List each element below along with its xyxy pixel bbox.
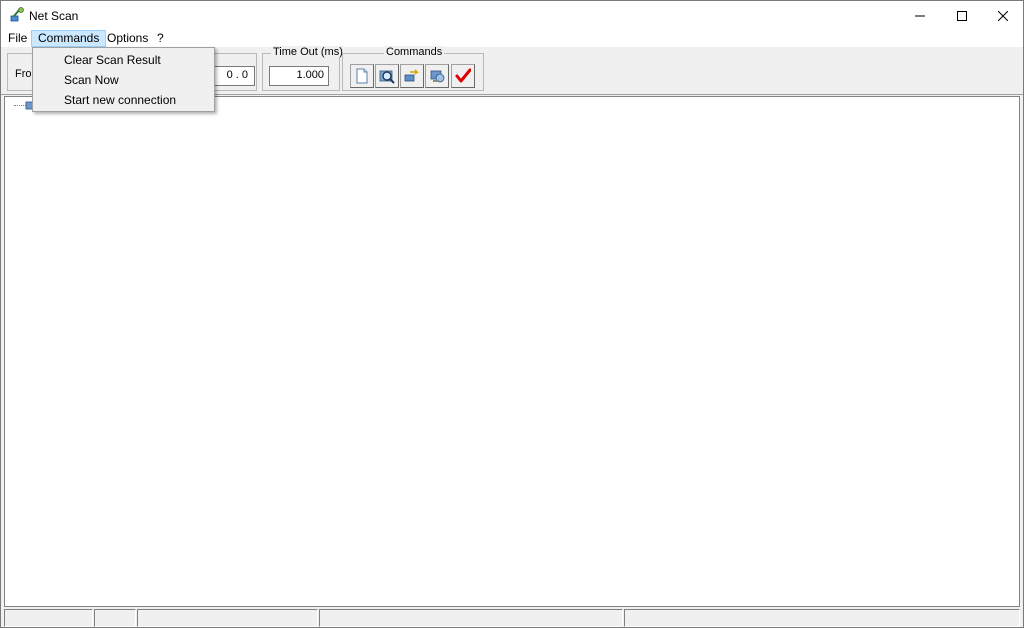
status-panel-4 xyxy=(319,609,623,627)
commands-dropdown-menu: Clear Scan Result Scan Now Start new con… xyxy=(32,47,215,112)
network-button[interactable] xyxy=(425,64,449,88)
status-bar xyxy=(1,607,1023,627)
connect-icon xyxy=(404,69,419,82)
app-window: Net Scan File Commands Options ? From 0 … xyxy=(0,0,1024,628)
timeout-group-label: Time Out (ms) xyxy=(271,46,345,58)
scan-result-tree[interactable] xyxy=(4,96,1020,607)
network-scan-icon xyxy=(10,7,24,22)
timeout-group: Time Out (ms) 1.000 xyxy=(262,46,345,91)
status-panel-3 xyxy=(137,609,318,627)
maximize-button[interactable] xyxy=(939,1,985,30)
title-bar: Net Scan xyxy=(1,1,1023,30)
commands-group-label: Commands xyxy=(384,46,445,58)
checkmark-icon xyxy=(455,68,471,83)
menu-commands[interactable]: Commands xyxy=(31,30,107,47)
menu-file[interactable]: File xyxy=(2,30,33,47)
menu-options[interactable]: Options xyxy=(101,30,154,47)
minimize-button[interactable] xyxy=(897,1,943,30)
maximize-icon xyxy=(957,10,967,21)
status-panel-1 xyxy=(4,609,93,627)
close-icon xyxy=(998,10,1008,21)
minimize-icon xyxy=(915,15,925,16)
menu-bar: File Commands Options ? xyxy=(1,30,1023,47)
status-panel-5 xyxy=(624,609,1020,627)
commands-group: Commands xyxy=(342,46,484,91)
search-icon xyxy=(379,70,395,84)
menu-item-clear-scan-result[interactable]: Clear Scan Result xyxy=(35,50,212,70)
menu-help[interactable]: ? xyxy=(151,30,170,47)
menu-item-scan-now[interactable]: Scan Now xyxy=(35,70,212,90)
new-document-icon xyxy=(356,68,368,84)
status-panel-2 xyxy=(94,609,136,627)
close-button[interactable] xyxy=(980,1,1024,30)
new-scan-button[interactable] xyxy=(350,64,374,88)
scan-search-button[interactable] xyxy=(375,64,399,88)
network-icon xyxy=(430,70,445,83)
timeout-input[interactable]: 1.000 xyxy=(269,66,329,86)
menu-item-start-new-connection[interactable]: Start new connection xyxy=(35,90,212,110)
connect-button[interactable] xyxy=(400,64,424,88)
window-title: Net Scan xyxy=(29,9,79,23)
confirm-button[interactable] xyxy=(451,64,475,88)
